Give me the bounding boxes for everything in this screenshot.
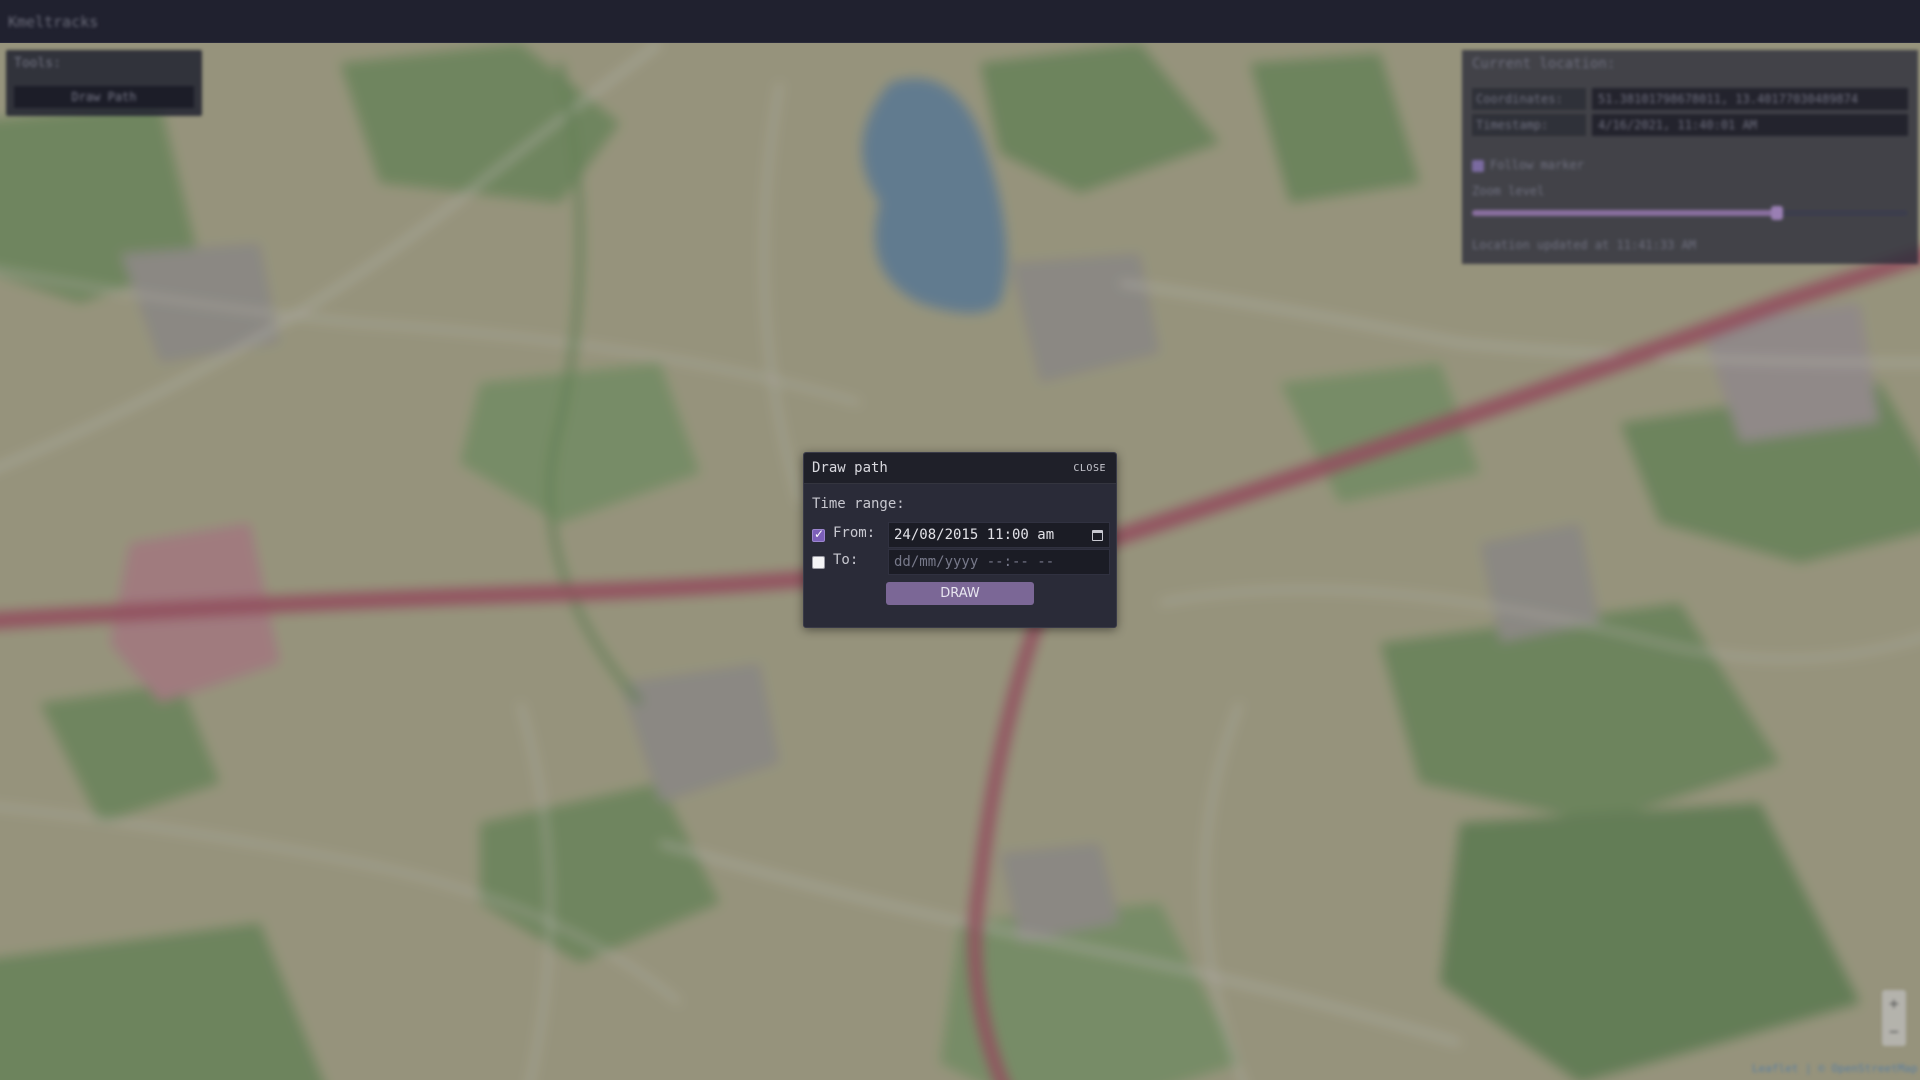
zoom-level-slider[interactable] [1472, 206, 1908, 220]
coordinates-label: Coordinates: [1472, 88, 1586, 110]
coordinates-row: Coordinates: 51.38101798678011, 13.40177… [1472, 88, 1908, 110]
app-title: Kmeltracks [8, 13, 99, 31]
from-datetime-value: 24/08/2015 11:00 am [894, 527, 1055, 543]
dialog-header: Draw path CLOSE [804, 453, 1116, 484]
top-bar: Kmeltracks [0, 0, 1920, 43]
from-row: From: 24/08/2015 11:00 am [812, 522, 1110, 548]
close-button[interactable]: CLOSE [1073, 463, 1106, 474]
location-updated-text: Location updated at 11:41:33 AM [1472, 238, 1696, 252]
zoom-level-thumb[interactable] [1771, 206, 1784, 220]
timestamp-value: 4/16/2021, 11:40:01 AM [1592, 114, 1908, 136]
calendar-icon[interactable] [1092, 530, 1103, 541]
current-location-panel: Current location: Coordinates: 51.381017… [1462, 50, 1918, 264]
follow-marker-toggle[interactable]: Follow marker [1472, 158, 1584, 172]
coordinates-value: 51.38101798678011, 13.40177030489874 [1592, 88, 1908, 110]
follow-marker-checkbox[interactable] [1472, 159, 1484, 172]
follow-marker-label: Follow marker [1490, 158, 1584, 172]
to-checkbox[interactable] [812, 556, 825, 569]
map-zoom-control: + − [1882, 990, 1906, 1046]
zoom-out-button[interactable]: − [1882, 1018, 1906, 1046]
to-datetime-placeholder: dd/mm/yyyy --:-- -- [894, 554, 1055, 570]
timestamp-label: Timestamp: [1472, 114, 1586, 136]
to-row: To: dd/mm/yyyy --:-- -- [812, 549, 1110, 575]
tools-title: Tools: [14, 56, 61, 71]
draw-path-tool-button[interactable]: Draw Path [14, 86, 194, 108]
from-datetime-input[interactable]: 24/08/2015 11:00 am [888, 522, 1110, 548]
draw-path-dialog: Draw path CLOSE Time range: From: 24/08/… [803, 452, 1117, 628]
to-datetime-input[interactable]: dd/mm/yyyy --:-- -- [888, 549, 1110, 575]
from-checkbox[interactable] [812, 527, 825, 542]
to-label: To: [833, 552, 859, 568]
zoom-level-label: Zoom level [1472, 184, 1545, 198]
tools-panel: Tools: Draw Path [6, 50, 202, 116]
time-range-label: Time range: [812, 496, 905, 512]
map-attribution[interactable]: Leaflet | © OpenStreetMap [1752, 1062, 1918, 1075]
timestamp-row: Timestamp: 4/16/2021, 11:40:01 AM [1472, 114, 1908, 136]
zoom-in-button[interactable]: + [1882, 990, 1906, 1018]
from-label: From: [833, 525, 876, 541]
draw-button[interactable]: DRAW [886, 582, 1034, 605]
zoom-level-fill [1472, 210, 1778, 216]
location-title: Current location: [1472, 56, 1616, 72]
dialog-title: Draw path [812, 460, 888, 476]
